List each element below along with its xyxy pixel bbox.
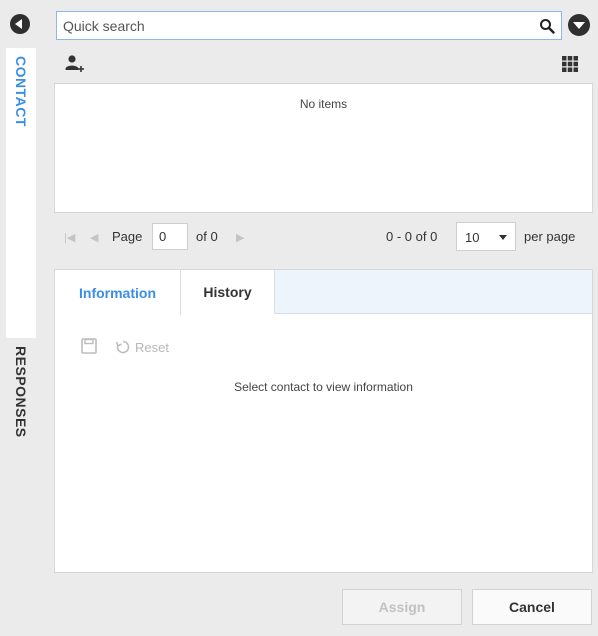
- save-icon[interactable]: [81, 338, 97, 354]
- first-page-icon[interactable]: |◀: [64, 231, 75, 244]
- next-page-icon[interactable]: ▶: [236, 231, 244, 244]
- per-page-label: per page: [524, 229, 576, 244]
- grid-view-icon[interactable]: [562, 56, 578, 72]
- chevron-down-icon: [499, 235, 507, 240]
- contact-panel: CONTACT RESPONSES Quick search No items …: [0, 0, 598, 636]
- search-icon[interactable]: [539, 18, 555, 34]
- tab-contact[interactable]: CONTACT: [6, 48, 36, 338]
- tab-information[interactable]: Information: [55, 270, 181, 315]
- details-tab-bar: Information History: [55, 270, 592, 315]
- item-range: 0 - 0 of 0: [386, 229, 438, 244]
- vertical-tab-rail: CONTACT RESPONSES: [0, 0, 44, 636]
- tab-responses[interactable]: RESPONSES: [6, 338, 36, 498]
- add-contact-icon[interactable]: [64, 54, 86, 74]
- reset-button[interactable]: Reset: [115, 338, 169, 356]
- previous-page-icon[interactable]: ◀: [90, 231, 98, 244]
- empty-list-message: No items: [299, 97, 348, 111]
- page-label: Page: [112, 229, 143, 244]
- contact-details-panel: Information History Reset Select contact…: [54, 269, 593, 573]
- reset-label: Reset: [135, 339, 169, 355]
- page-size-value: 10: [465, 230, 480, 245]
- tab-contact-label: CONTACT: [13, 56, 29, 127]
- pagination: |◀ ◀ Page of 0 ▶ 0 - 0 of 0 10 per page: [54, 222, 593, 252]
- reset-icon: [115, 340, 130, 354]
- page-number-input[interactable]: [152, 223, 188, 250]
- tab-responses-label: RESPONSES: [13, 346, 29, 438]
- cancel-button[interactable]: Cancel: [472, 589, 592, 625]
- contact-list: No items: [54, 83, 593, 213]
- main-content: No items |◀ ◀ Page of 0 ▶ 0 - 0 of 0 10 …: [44, 0, 598, 636]
- search-box: [56, 11, 562, 40]
- page-size-select[interactable]: 10: [456, 222, 516, 251]
- assign-button[interactable]: Assign: [342, 589, 462, 625]
- tab-history[interactable]: History: [181, 270, 275, 314]
- page-count: of 0: [196, 229, 218, 244]
- search-input[interactable]: [57, 12, 561, 39]
- chevron-down-icon[interactable]: [568, 14, 590, 36]
- collapse-left-icon[interactable]: [10, 14, 30, 34]
- select-contact-message: Select contact to view information: [234, 380, 413, 394]
